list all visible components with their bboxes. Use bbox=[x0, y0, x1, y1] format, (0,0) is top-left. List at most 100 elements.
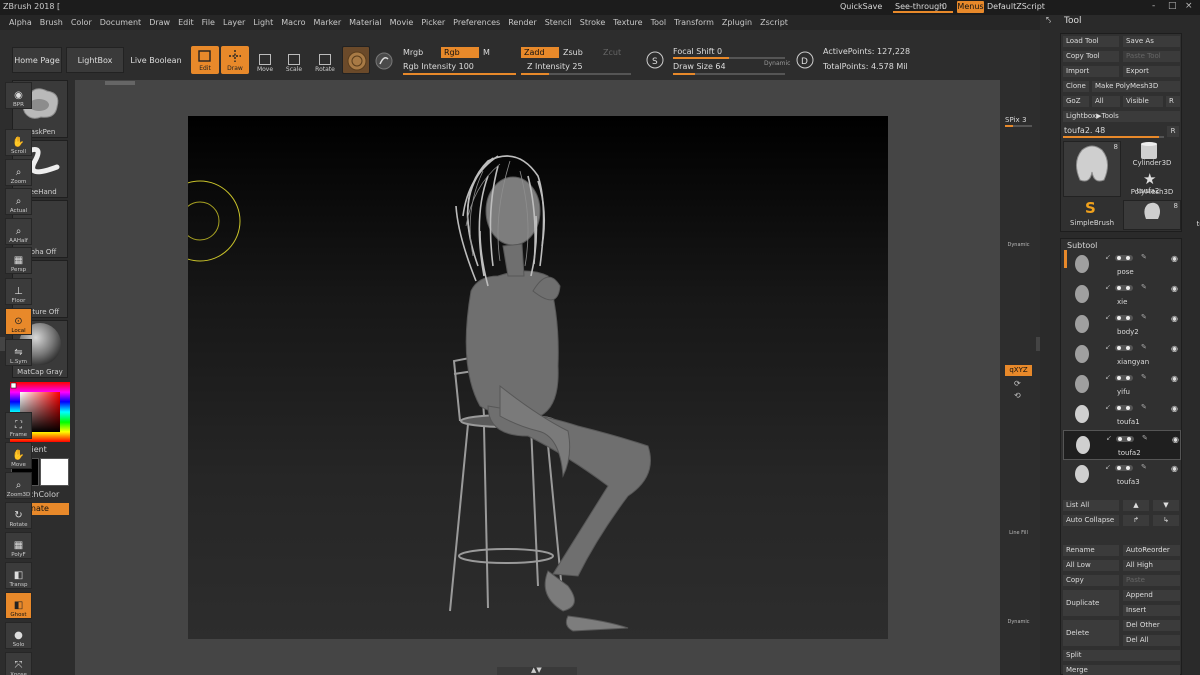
del-other-button[interactable]: Del Other bbox=[1123, 620, 1180, 631]
live-boolean-button[interactable]: Live Boolean bbox=[128, 47, 184, 73]
minimize-icon[interactable]: - bbox=[1152, 1, 1155, 11]
lightbox-tools-button[interactable]: Lightbox▶Tools bbox=[1063, 111, 1180, 122]
see-through-slider[interactable]: See-through 0 bbox=[893, 1, 953, 13]
subtool-poly-toggle[interactable] bbox=[1115, 315, 1133, 321]
zcut-button[interactable]: Zcut bbox=[600, 47, 630, 58]
zsub-button[interactable]: Zsub bbox=[563, 48, 583, 57]
m-button[interactable]: M bbox=[483, 48, 490, 57]
subtool-row-toufa1[interactable]: ↙ ✎ ◉ toufa1 bbox=[1063, 400, 1181, 430]
rgb-intensity-label[interactable]: Rgb Intensity 100 bbox=[403, 62, 474, 71]
duplicate-button[interactable]: Duplicate bbox=[1063, 590, 1119, 616]
menu-stencil[interactable]: Stencil bbox=[545, 18, 572, 27]
make-polymesh-button[interactable]: Make PolyMesh3D bbox=[1092, 81, 1180, 92]
rotate-button[interactable]: ↻ Rotate bbox=[5, 502, 32, 529]
quicksave-button[interactable]: QuickSave bbox=[840, 2, 882, 11]
merge-button[interactable]: Merge bbox=[1063, 665, 1180, 675]
subtool-paint-icon[interactable]: ✎ bbox=[1141, 313, 1147, 321]
tool-thumb-polymesh3d[interactable]: ★ PolyMesh3D bbox=[1124, 170, 1180, 200]
all-low-button[interactable]: All Low bbox=[1063, 560, 1119, 571]
subtool-poly-toggle[interactable] bbox=[1116, 436, 1134, 442]
subtool-poly-toggle[interactable] bbox=[1115, 465, 1133, 471]
menu-brush[interactable]: Brush bbox=[40, 18, 63, 27]
subtool-row-xie[interactable]: ↙ ✎ ◉ xie bbox=[1063, 280, 1181, 310]
slider-r-button[interactable]: R bbox=[1167, 126, 1179, 137]
menu-document[interactable]: Document bbox=[100, 18, 141, 27]
close-icon[interactable]: × bbox=[1185, 1, 1193, 11]
subtool-row-yifu[interactable]: ↙ ✎ ◉ yifu bbox=[1063, 370, 1181, 400]
bpr-button[interactable]: ◉ BPR bbox=[5, 82, 32, 109]
move-button[interactable]: ✋ Move bbox=[5, 442, 32, 469]
frame-button[interactable]: ⛶ Frame bbox=[5, 412, 32, 439]
polyf-button[interactable]: ▦ PolyF bbox=[5, 532, 32, 559]
focal-shift-label[interactable]: Focal Shift 0 bbox=[673, 47, 722, 56]
move-mode-button[interactable]: Move bbox=[252, 47, 278, 73]
xpose-button[interactable]: ⤧ Xpose bbox=[5, 652, 32, 675]
subtool-poly-toggle[interactable] bbox=[1115, 405, 1133, 411]
subtool-poly-toggle[interactable] bbox=[1115, 345, 1133, 351]
draw-size-slider[interactable] bbox=[673, 73, 785, 75]
append-button[interactable]: Append bbox=[1123, 590, 1180, 601]
edit-mode-button[interactable]: Edit bbox=[191, 46, 219, 74]
rgb-button[interactable]: Rgb bbox=[441, 47, 479, 58]
split-button[interactable]: Split bbox=[1063, 650, 1180, 661]
menu-preferences[interactable]: Preferences bbox=[453, 18, 500, 27]
subtool-poly-toggle[interactable] bbox=[1115, 285, 1133, 291]
menu-alpha[interactable]: Alpha bbox=[9, 18, 32, 27]
subtool-row-toufa2[interactable]: ↙ ✎ ◉ toufa2 bbox=[1063, 430, 1181, 460]
tool-thumb-toufa2[interactable]: 8 toufa2 bbox=[1063, 141, 1159, 197]
delete-button[interactable]: Delete bbox=[1063, 620, 1119, 646]
default-zscript-button[interactable]: DefaultZScript bbox=[987, 2, 1045, 11]
lightbox-button[interactable]: LightBox bbox=[66, 47, 124, 73]
menu-movie[interactable]: Movie bbox=[390, 18, 414, 27]
z-intensity-label[interactable]: Z Intensity 25 bbox=[527, 62, 583, 71]
scale-mode-button[interactable]: Scale bbox=[281, 47, 307, 73]
rotate-mode-button[interactable]: Rotate bbox=[312, 47, 338, 73]
menu-color[interactable]: Color bbox=[71, 18, 92, 27]
tool-palette-title[interactable]: ⤣ Tool bbox=[1043, 15, 1193, 30]
list-all-button[interactable]: List All bbox=[1063, 500, 1119, 511]
move-down-arrow-icon[interactable]: ▼ bbox=[1153, 500, 1179, 511]
toufa2-slider[interactable] bbox=[1063, 136, 1164, 138]
subtool-paint-icon[interactable]: ✎ bbox=[1141, 373, 1147, 381]
goz-button[interactable]: GoZ bbox=[1063, 96, 1089, 107]
collapse-tray-icon[interactable]: ▲▼ bbox=[531, 666, 542, 674]
menu-render[interactable]: Render bbox=[508, 18, 536, 27]
menu-layer[interactable]: Layer bbox=[223, 18, 245, 27]
import-button[interactable]: Import bbox=[1063, 66, 1119, 77]
zadd-button[interactable]: Zadd bbox=[521, 47, 559, 58]
copy-button[interactable]: Copy bbox=[1063, 575, 1119, 586]
solo-button[interactable]: ● Solo bbox=[5, 622, 32, 649]
menu-transform[interactable]: Transform bbox=[674, 18, 714, 27]
auto-collapse-button[interactable]: Auto Collapse bbox=[1063, 515, 1119, 526]
subtool-row-toufa3[interactable]: ↙ ✎ ◉ toufa3 bbox=[1063, 460, 1181, 490]
focal-shift-slider[interactable] bbox=[673, 57, 785, 59]
arrow-right-down-icon[interactable]: ↳ bbox=[1153, 515, 1179, 526]
subtool-paint-icon[interactable]: ✎ bbox=[1141, 283, 1147, 291]
menu-material[interactable]: Material bbox=[349, 18, 382, 27]
visible-button[interactable]: Visible bbox=[1123, 96, 1163, 107]
tool-thumb-toufa2-small[interactable]: 8 toufa2 bbox=[1123, 200, 1200, 230]
home-page-button[interactable]: Home Page bbox=[12, 47, 62, 73]
zoom-button[interactable]: ⌕ Zoom bbox=[5, 159, 32, 186]
menu-zscript[interactable]: Zscript bbox=[760, 18, 788, 27]
floor-button[interactable]: ⊥ Floor bbox=[5, 278, 32, 305]
all-high-button[interactable]: All High bbox=[1123, 560, 1180, 571]
stroke-type-icon[interactable] bbox=[374, 51, 394, 71]
subtool-title[interactable]: Subtool bbox=[1067, 241, 1097, 250]
rgb-intensity-slider[interactable] bbox=[403, 73, 516, 75]
menus-toggle-button[interactable]: Menus bbox=[957, 1, 984, 13]
canvas-top-scrollbar[interactable] bbox=[105, 81, 135, 85]
menu-draw[interactable]: Draw bbox=[149, 18, 170, 27]
tool-thumb-simplebrush[interactable]: S SimpleBrush bbox=[1063, 199, 1121, 230]
document-canvas[interactable] bbox=[159, 116, 888, 639]
subtool-paint-icon[interactable]: ✎ bbox=[1141, 343, 1147, 351]
subtool-poly-toggle[interactable] bbox=[1115, 255, 1133, 261]
subtool-paint-icon[interactable]: ✎ bbox=[1141, 463, 1147, 471]
r-button[interactable]: R bbox=[1166, 96, 1180, 107]
menu-macro[interactable]: Macro bbox=[281, 18, 305, 27]
main-color-swatch[interactable] bbox=[40, 458, 69, 486]
mrgb-button[interactable]: Mrgb bbox=[403, 48, 423, 57]
subtool-scrollbar[interactable] bbox=[1064, 250, 1067, 268]
menu-stroke[interactable]: Stroke bbox=[580, 18, 606, 27]
subtool-poly-toggle[interactable] bbox=[1115, 375, 1133, 381]
